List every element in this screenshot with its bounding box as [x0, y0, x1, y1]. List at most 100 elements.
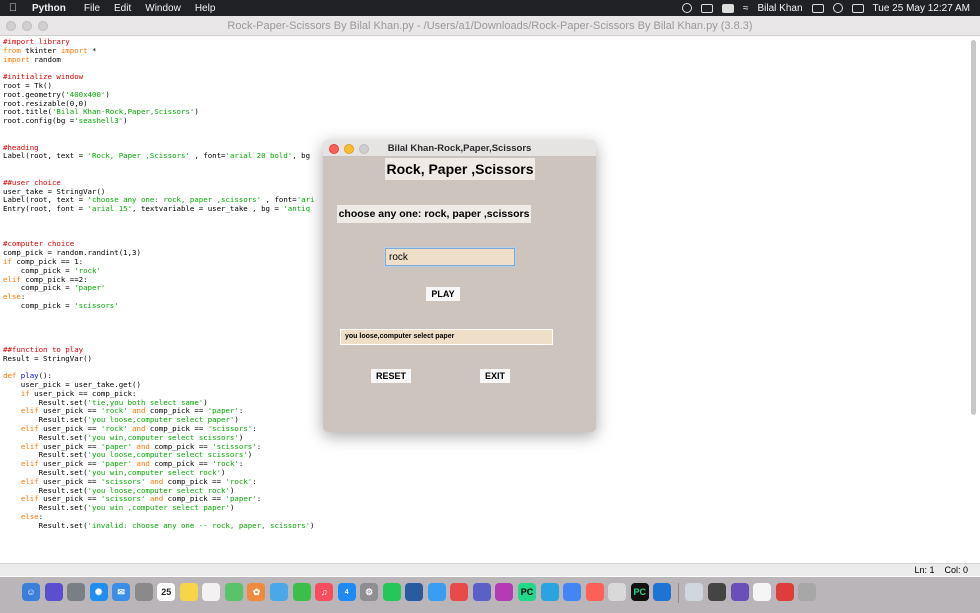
code-token: :: [20, 292, 26, 302]
trash-icon[interactable]: [798, 583, 817, 601]
firefox-icon[interactable]: [585, 583, 604, 601]
facetime-icon[interactable]: [292, 583, 311, 601]
code-token: 'rock': [100, 424, 128, 434]
code-token: comp_pick ==: [145, 406, 208, 416]
menu-edit[interactable]: Edit: [114, 3, 131, 14]
code-token: user_pick = user_take.get(): [3, 380, 141, 390]
app-store-icon[interactable]: 4: [337, 583, 356, 601]
code-token: 'you loose,computer select paper': [87, 415, 235, 425]
control-center-icon[interactable]: [811, 3, 824, 13]
code-token: elif: [20, 441, 39, 451]
code-token: root.resizable(0,0): [3, 98, 88, 108]
play-button[interactable]: PLAY: [426, 287, 460, 301]
downloads-folder-icon[interactable]: [685, 583, 704, 601]
code-token: user_pick ==: [38, 476, 101, 486]
code-token: def: [3, 371, 17, 381]
exit-button[interactable]: EXIT: [480, 369, 510, 383]
siri-icon[interactable]: [832, 3, 843, 13]
contacts-icon[interactable]: [134, 583, 153, 601]
finder-icon[interactable]: ☺: [22, 583, 40, 601]
adobe-reader-icon[interactable]: [775, 583, 794, 601]
code-line: Result.set('you win ,computer select pap…: [3, 503, 963, 513]
code-token: comp_pick =: [3, 265, 75, 275]
safari-icon[interactable]: ✺: [89, 583, 108, 601]
siri-dock-icon[interactable]: [44, 583, 63, 601]
document-icon[interactable]: [753, 583, 772, 601]
music-icon[interactable]: ♫: [315, 583, 334, 601]
notes-icon[interactable]: [179, 583, 198, 601]
chrome-icon[interactable]: [563, 583, 582, 601]
system-preferences-icon[interactable]: ⚙: [360, 583, 379, 601]
editor-title: Rock-Paper-Scissors By Bilal Khan.py - /…: [227, 20, 753, 32]
menu-window[interactable]: Window: [145, 3, 181, 14]
creative-cloud-icon[interactable]: [495, 583, 514, 601]
code-token: Result.set(: [3, 450, 88, 460]
preview-icon[interactable]: [608, 583, 627, 601]
code-token: elif: [20, 494, 39, 504]
status-icon[interactable]: [682, 3, 692, 13]
code-token: 'you win ,computer select paper': [87, 503, 230, 513]
code-token: Entry(root, font =: [3, 204, 88, 214]
pycharm-ce-icon[interactable]: PC: [630, 583, 649, 601]
editor-scrollbar[interactable]: [971, 40, 976, 415]
github-desktop-icon[interactable]: [730, 583, 749, 601]
dock-separator: [677, 583, 679, 603]
code-token: user_pick ==: [38, 459, 101, 469]
vscode-icon[interactable]: [653, 583, 672, 601]
result-display: you loose,computer select paper: [340, 329, 553, 345]
terminal-icon[interactable]: [707, 583, 726, 601]
rps-app-window: Bilal Khan-Rock,Paper,Scissors Rock, Pap…: [323, 140, 596, 432]
telegram-icon[interactable]: [540, 583, 559, 601]
code-token: play: [16, 371, 39, 381]
teams-icon[interactable]: [472, 583, 491, 601]
code-token: 'antiq: [283, 204, 311, 214]
vpn-icon[interactable]: [427, 583, 446, 601]
code-token: and: [132, 406, 146, 416]
mail-icon[interactable]: ✉: [112, 583, 131, 601]
code-token: :: [256, 441, 262, 451]
code-token: Label(root, text =: [3, 151, 88, 161]
screen-icon[interactable]: [701, 3, 713, 13]
menubar-user[interactable]: Bilal Khan: [758, 3, 803, 14]
code-token: comp_pick =: [3, 283, 75, 293]
reminders-icon[interactable]: [202, 583, 221, 601]
apple-icon[interactable]: : [0, 2, 26, 14]
code-token: Result.set(: [3, 468, 88, 478]
code-token: user_pick ==: [38, 406, 101, 416]
status-line: Ln: 1: [914, 565, 935, 575]
app-store-badge: 4: [344, 588, 349, 596]
wifi-icon[interactable]: ≈: [743, 3, 749, 14]
menu-file[interactable]: File: [84, 3, 100, 14]
code-token: 'arial 20 bold': [225, 151, 293, 161]
menu-app-python[interactable]: Python: [32, 3, 66, 14]
battery-icon[interactable]: [722, 3, 734, 13]
user-choice-input[interactable]: [385, 248, 515, 266]
code-token: #heading: [3, 142, 39, 152]
code-token: comp_pick ==2:: [20, 274, 88, 284]
whatsapp-icon[interactable]: [382, 583, 401, 601]
code-token: root.geometry(: [3, 89, 66, 99]
gmail-icon[interactable]: [450, 583, 469, 601]
code-token: elif: [3, 274, 21, 284]
code-line: root.config(bg ='seashell3'): [3, 116, 963, 126]
code-token: else: [20, 512, 39, 522]
menubar-clock[interactable]: Tue 25 May 12:27 AM: [873, 3, 970, 14]
calendar-icon[interactable]: 25: [157, 583, 176, 601]
pycharm-icon[interactable]: PC: [518, 583, 537, 601]
launchpad-icon[interactable]: [67, 583, 86, 601]
messages-icon[interactable]: [270, 583, 289, 601]
maps-icon[interactable]: [224, 583, 243, 601]
zoom-app-icon[interactable]: [405, 583, 424, 601]
code-token: 'scissors': [207, 424, 253, 434]
code-token: comp_pick ==: [163, 476, 226, 486]
notification-icon[interactable]: [851, 3, 864, 13]
code-token: and: [136, 441, 150, 451]
menu-help[interactable]: Help: [195, 3, 216, 14]
photos-icon[interactable]: ✿: [247, 583, 266, 601]
code-token: :: [256, 494, 262, 504]
reset-button[interactable]: RESET: [371, 369, 411, 383]
choice-prompt-label: choose any one: rock, paper ,scissors: [337, 205, 531, 223]
